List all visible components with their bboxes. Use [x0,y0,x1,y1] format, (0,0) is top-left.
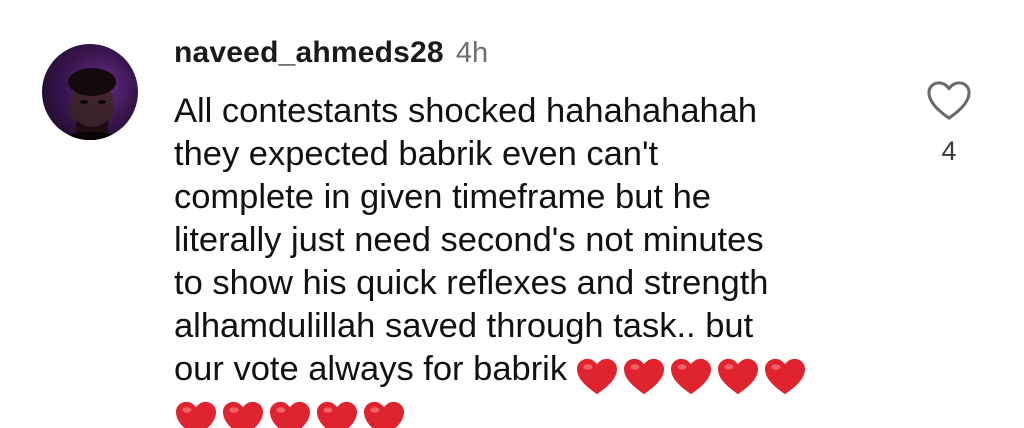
avatar-photo [52,68,132,140]
comment-line: All contestants shocked hahahahahah [174,92,758,130]
heart-outline-icon[interactable] [926,80,972,122]
red-heart-emoji-icon [718,358,759,395]
heart-emoji-group [575,354,810,397]
comment-line: to show his quick reflexes and strength [174,264,769,302]
red-heart-emoji-icon [624,358,665,395]
username-link[interactable]: naveed_ahmeds28 [174,36,444,70]
red-heart-emoji-icon [317,401,357,428]
red-heart-emoji-icon [671,358,712,395]
like-count: 4 [941,136,957,166]
like-control: 4 [924,80,974,167]
red-heart-emoji-icon [270,401,310,428]
red-heart-emoji-icon [577,358,618,395]
red-heart-emoji-icon [176,401,216,428]
red-heart-emoji-icon [223,401,263,428]
comment-header: naveed_ahmeds28 4h [174,36,894,78]
comment-text: All contestants shocked hahahahahah they… [174,90,894,428]
comment-line: literally just need second's not minutes [174,221,764,259]
avatar[interactable] [42,44,138,140]
comment-item: naveed_ahmeds28 4h All contestants shock… [0,0,1024,428]
comment-line: our vote always for babrik [174,350,568,388]
red-heart-emoji-icon [364,401,404,428]
comment-timestamp: 4h [455,37,489,69]
comment-line: they expected babrik even can't [174,135,659,173]
comment-line: alhamdulillah saved through task.. but [174,307,754,345]
comment-line: complete in given timeframe but he [174,178,711,216]
heart-emoji-group [174,397,409,428]
comment-body: naveed_ahmeds28 4h All contestants shock… [174,36,894,428]
red-heart-emoji-icon [765,358,806,395]
